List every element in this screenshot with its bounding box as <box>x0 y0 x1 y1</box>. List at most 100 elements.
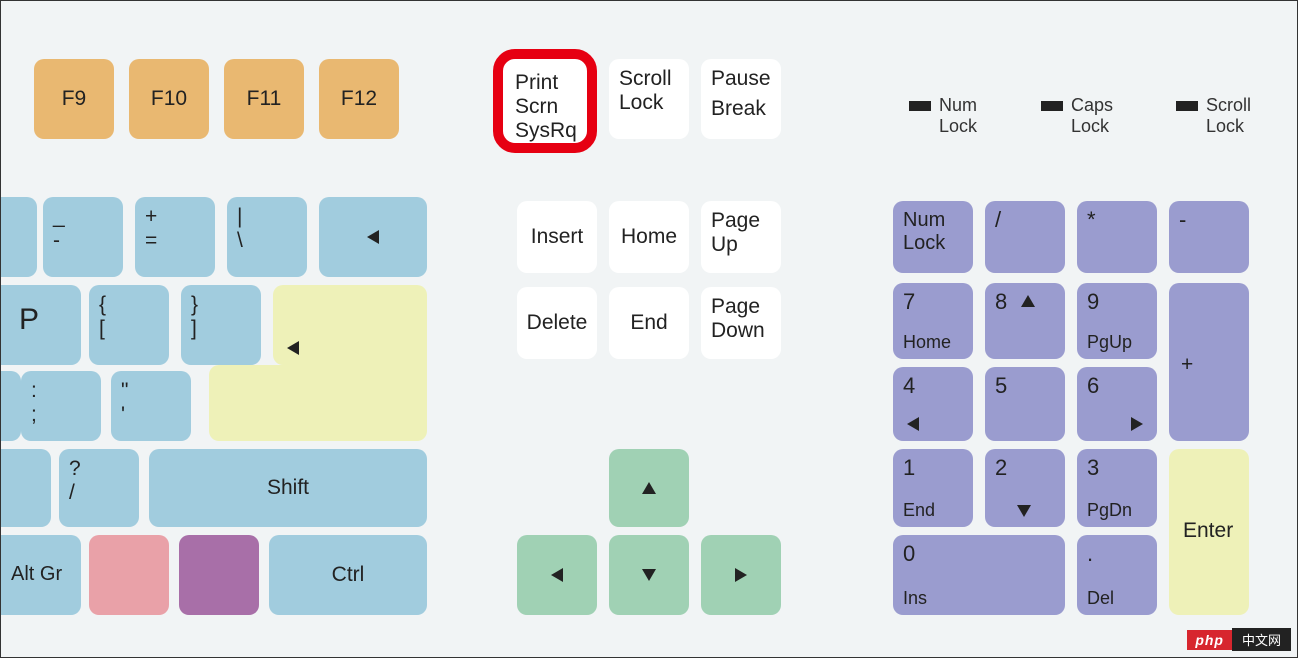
key-home[interactable]: Home <box>609 201 689 273</box>
key-num-3[interactable]: 3 PgDn <box>1077 449 1157 527</box>
key-end[interactable]: End <box>609 287 689 359</box>
label-bottom: Ins <box>903 588 927 609</box>
key-ctrl-right[interactable]: Ctrl <box>269 535 427 615</box>
label-line2: Up <box>711 233 771 257</box>
indicator-caps-lock: CapsLock <box>1041 95 1113 137</box>
label: Home <box>621 225 677 249</box>
label-top: " <box>121 379 181 403</box>
label-line1: Scroll <box>619 67 679 91</box>
label-top: : <box>31 379 91 403</box>
key-super[interactable] <box>179 535 259 615</box>
key-delete[interactable]: Delete <box>517 287 597 359</box>
label-top: 4 <box>903 373 915 398</box>
key-page-up[interactable]: Page Up <box>701 201 781 273</box>
key-equals[interactable]: + = <box>135 197 215 277</box>
label: P <box>19 303 39 336</box>
key-p[interactable]: P <box>1 285 81 365</box>
label-line2: Scrn <box>515 95 575 119</box>
key-partial-left-r4[interactable] <box>1 449 51 527</box>
label: - <box>1179 207 1186 232</box>
label: Alt Gr <box>11 563 62 585</box>
key-semicolon[interactable]: : ; <box>21 371 101 441</box>
label-top: } <box>191 293 251 317</box>
label-top: ? <box>69 457 129 481</box>
label-line1: Page <box>711 295 771 319</box>
arrow-up-icon <box>1021 295 1035 307</box>
led-icon <box>1041 101 1063 111</box>
label: Delete <box>527 311 588 335</box>
key-f10[interactable]: F10 <box>129 59 209 139</box>
key-partial-left-r3[interactable] <box>1 371 21 441</box>
key-scroll-lock[interactable]: Scroll Lock <box>609 59 689 139</box>
label-bottom: Home <box>903 332 951 353</box>
key-num-7[interactable]: 7 Home <box>893 283 973 359</box>
key-pause-break[interactable]: Pause Break <box>701 59 781 139</box>
label-line2: Lock <box>619 91 679 115</box>
indicator-scroll-lock: ScrollLock <box>1176 95 1251 137</box>
label-line1: Page <box>711 209 771 233</box>
key-num-minus[interactable]: - <box>1169 201 1249 273</box>
label-bottom: \ <box>237 229 297 253</box>
key-num-lock[interactable]: Num Lock <box>893 201 973 273</box>
label-top: 2 <box>995 455 1007 480</box>
key-shift-right[interactable]: Shift <box>149 449 427 527</box>
key-altgr[interactable]: Alt Gr <box>1 535 81 615</box>
key-num-plus[interactable]: + <box>1169 283 1249 441</box>
key-insert[interactable]: Insert <box>517 201 597 273</box>
label-top: 8 <box>995 289 1007 314</box>
key-num-star[interactable]: * <box>1077 201 1157 273</box>
key-enter-bottom[interactable] <box>209 365 427 441</box>
key-num-enter[interactable]: Enter <box>1169 449 1249 615</box>
key-minus[interactable]: _ - <box>43 197 123 277</box>
key-f9[interactable]: F9 <box>34 59 114 139</box>
key-f11[interactable]: F11 <box>224 59 304 139</box>
label-line1: Num <box>939 95 977 116</box>
key-num-6[interactable]: 6 <box>1077 367 1157 441</box>
label-top: { <box>99 293 159 317</box>
label-line2: Lock <box>1206 116 1251 137</box>
key-num-0[interactable]: 0 Ins <box>893 535 1065 615</box>
key-bracket-close[interactable]: } ] <box>181 285 261 365</box>
label-line1: Pause <box>711 67 771 91</box>
key-num-slash[interactable]: / <box>985 201 1065 273</box>
label: Ctrl <box>332 563 365 587</box>
key-arrow-up[interactable] <box>609 449 689 527</box>
key-page-down[interactable]: Page Down <box>701 287 781 359</box>
arrow-down-icon <box>1017 505 1031 517</box>
arrow-left-icon <box>907 417 919 431</box>
key-num-dot[interactable]: . Del <box>1077 535 1157 615</box>
label-top: 6 <box>1087 373 1099 398</box>
label-top: 7 <box>903 289 915 314</box>
label-line2: Break <box>711 97 771 121</box>
label-top: 5 <box>995 373 1007 398</box>
key-backslash[interactable]: | \ <box>227 197 307 277</box>
key-num-2[interactable]: 2 <box>985 449 1065 527</box>
label-top: . <box>1087 541 1093 566</box>
label: F10 <box>151 87 187 111</box>
key-num-9[interactable]: 9 PgUp <box>1077 283 1157 359</box>
label: F11 <box>247 87 282 111</box>
key-backspace[interactable] <box>319 197 427 277</box>
key-bracket-open[interactable]: { [ <box>89 285 169 365</box>
key-print-screen[interactable]: Print Scrn SysRq <box>493 49 597 153</box>
label-top: _ <box>53 205 113 229</box>
arrow-down-icon <box>642 569 656 581</box>
label-bottom: [ <box>99 317 159 341</box>
label-line3: SysRq <box>515 119 575 143</box>
key-arrow-right[interactable] <box>701 535 781 615</box>
key-enter-top[interactable] <box>273 285 427 365</box>
key-f12[interactable]: F12 <box>319 59 399 139</box>
key-num-8[interactable]: 8 <box>985 283 1065 359</box>
label-bottom: ; <box>31 403 91 427</box>
led-icon <box>1176 101 1198 111</box>
key-partial-left-r1[interactable] <box>1 197 37 277</box>
key-arrow-left[interactable] <box>517 535 597 615</box>
key-num-4[interactable]: 4 <box>893 367 973 441</box>
key-menu[interactable] <box>89 535 169 615</box>
key-slash[interactable]: ? / <box>59 449 139 527</box>
arrow-up-icon <box>642 482 656 494</box>
key-num-1[interactable]: 1 End <box>893 449 973 527</box>
key-num-5[interactable]: 5 <box>985 367 1065 441</box>
key-quote[interactable]: " ' <box>111 371 191 441</box>
key-arrow-down[interactable] <box>609 535 689 615</box>
